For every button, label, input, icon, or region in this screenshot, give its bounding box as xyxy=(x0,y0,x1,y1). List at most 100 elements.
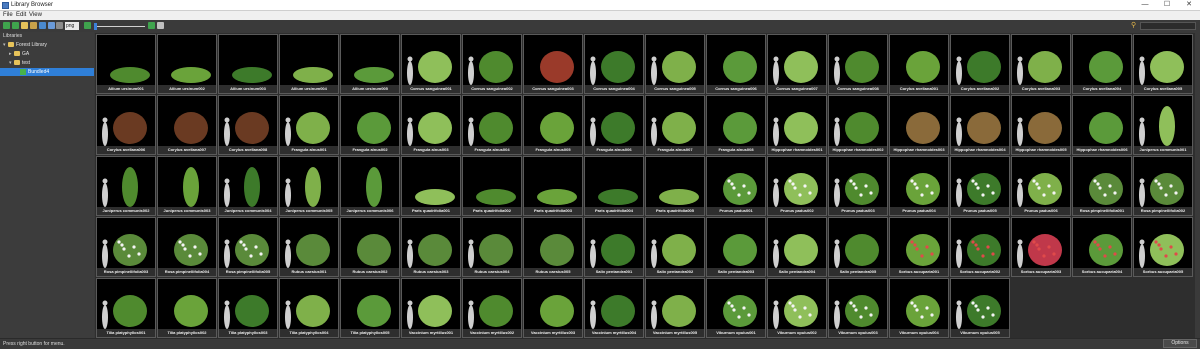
asset-thumbnail[interactable]: Viburnum opulus005 xyxy=(950,278,1010,338)
asset-thumbnail[interactable]: Rosa pimpinellifolia003 xyxy=(96,217,156,277)
asset-thumbnail[interactable]: Prunus padus006 xyxy=(1011,156,1071,216)
asset-thumbnail[interactable]: Vaccinium myrtillus005 xyxy=(645,278,705,338)
format-select[interactable]: png xyxy=(65,22,79,30)
sort-icon[interactable] xyxy=(48,22,55,29)
asset-thumbnail[interactable]: Rubus caesius004 xyxy=(462,217,522,277)
asset-thumbnail[interactable]: Corylus avellana003 xyxy=(1011,34,1071,94)
asset-thumbnail[interactable]: Cornus sanguinea004 xyxy=(584,34,644,94)
asset-thumbnail[interactable]: Prunus padus004 xyxy=(889,156,949,216)
asset-thumbnail[interactable]: Juniperus communis005 xyxy=(279,156,339,216)
asset-thumbnail[interactable]: Paris quadrifolia005 xyxy=(645,156,705,216)
asset-thumbnail[interactable]: Corylus avellana002 xyxy=(950,34,1010,94)
menu-file[interactable]: File xyxy=(3,12,13,18)
asset-thumbnail[interactable]: Viburnum opulus002 xyxy=(767,278,827,338)
close-button[interactable]: ✕ xyxy=(1178,0,1200,10)
asset-thumbnail[interactable]: Salix pentandra005 xyxy=(828,217,888,277)
asset-thumbnail[interactable]: Rosa pimpinellifolia001 xyxy=(1072,156,1132,216)
tree-item[interactable]: ▾ test xyxy=(9,59,30,67)
asset-thumbnail[interactable]: Juniperus communis001 xyxy=(1133,95,1193,155)
asset-thumbnail[interactable]: Paris quadrifolia002 xyxy=(462,156,522,216)
asset-thumbnail[interactable]: Juniperus communis003 xyxy=(157,156,217,216)
asset-thumbnail[interactable]: Allium ursinum003 xyxy=(218,34,278,94)
asset-thumbnail[interactable]: Frangula alnus008 xyxy=(706,95,766,155)
asset-thumbnail[interactable]: Cornus sanguinea003 xyxy=(523,34,583,94)
thumbnail-size-slider[interactable] xyxy=(95,26,145,27)
asset-thumbnail[interactable]: Rubus caesius005 xyxy=(523,217,583,277)
asset-thumbnail[interactable]: Corylus avellana006 xyxy=(96,95,156,155)
asset-thumbnail[interactable]: Hippophae rhamnoides005 xyxy=(1011,95,1071,155)
asset-thumbnail[interactable]: Rubus caesius002 xyxy=(340,217,400,277)
asset-thumbnail[interactable]: Hippophae rhamnoides006 xyxy=(1072,95,1132,155)
asset-thumbnail[interactable]: Prunus padus003 xyxy=(828,156,888,216)
zoom-out-icon[interactable] xyxy=(84,22,91,29)
asset-thumbnail[interactable]: Corylus avellana007 xyxy=(157,95,217,155)
asset-thumbnail[interactable]: Frangula alnus002 xyxy=(340,95,400,155)
asset-thumbnail[interactable]: Tilia platyphyllos005 xyxy=(340,278,400,338)
asset-thumbnail[interactable]: Frangula alnus004 xyxy=(462,95,522,155)
asset-thumbnail[interactable]: Juniperus communis002 xyxy=(96,156,156,216)
menu-view[interactable]: View xyxy=(29,12,42,18)
refresh-icon[interactable] xyxy=(39,22,46,29)
asset-thumbnail[interactable]: Frangula alnus007 xyxy=(645,95,705,155)
asset-thumbnail[interactable]: Prunus padus002 xyxy=(767,156,827,216)
asset-thumbnail[interactable]: Cornus sanguinea006 xyxy=(706,34,766,94)
asset-thumbnail[interactable]: Cornus sanguinea002 xyxy=(462,34,522,94)
asset-thumbnail[interactable]: Cornus sanguinea008 xyxy=(828,34,888,94)
asset-thumbnail[interactable]: Cornus sanguinea007 xyxy=(767,34,827,94)
asset-thumbnail[interactable]: Vaccinium myrtillus002 xyxy=(462,278,522,338)
asset-thumbnail[interactable]: Tilia platyphyllos002 xyxy=(157,278,217,338)
asset-thumbnail[interactable]: Allium ursinum005 xyxy=(340,34,400,94)
asset-thumbnail[interactable]: Sorbus aucuparia003 xyxy=(1011,217,1071,277)
asset-thumbnail[interactable]: Paris quadrifolia004 xyxy=(584,156,644,216)
asset-thumbnail[interactable]: Cornus sanguinea005 xyxy=(645,34,705,94)
asset-thumbnail[interactable]: Frangula alnus001 xyxy=(279,95,339,155)
forward-icon[interactable] xyxy=(12,22,19,29)
tree-item[interactable]: ▾ Forest Library xyxy=(3,41,47,49)
options-button[interactable]: Options xyxy=(1163,339,1197,348)
asset-thumbnail[interactable]: Frangula alnus005 xyxy=(523,95,583,155)
maximize-button[interactable]: ☐ xyxy=(1156,0,1178,10)
asset-thumbnail[interactable]: Salix pentandra003 xyxy=(706,217,766,277)
asset-thumbnail[interactable]: Sorbus aucuparia002 xyxy=(950,217,1010,277)
asset-thumbnail[interactable]: Hippophae rhamnoides004 xyxy=(950,95,1010,155)
asset-thumbnail[interactable]: Rosa pimpinellifolia005 xyxy=(218,217,278,277)
asset-thumbnail[interactable]: Corylus avellana004 xyxy=(1072,34,1132,94)
asset-thumbnail[interactable]: Salix pentandra004 xyxy=(767,217,827,277)
slider-handle[interactable] xyxy=(94,23,97,30)
search-input[interactable] xyxy=(1140,22,1196,30)
zoom-in-icon[interactable] xyxy=(148,22,155,29)
asset-thumbnail[interactable]: Viburnum opulus003 xyxy=(828,278,888,338)
settings-icon[interactable] xyxy=(56,22,63,29)
delete-icon[interactable] xyxy=(157,22,164,29)
asset-thumbnail[interactable]: Vaccinium myrtillus003 xyxy=(523,278,583,338)
save-icon[interactable] xyxy=(30,22,37,29)
asset-thumbnail[interactable]: Corylus avellana001 xyxy=(889,34,949,94)
asset-thumbnail[interactable]: Prunus padus001 xyxy=(706,156,766,216)
asset-thumbnail[interactable]: Frangula alnus003 xyxy=(401,95,461,155)
asset-thumbnail[interactable]: Vaccinium myrtillus001 xyxy=(401,278,461,338)
asset-thumbnail[interactable]: Rosa pimpinellifolia002 xyxy=(1133,156,1193,216)
asset-thumbnail[interactable]: Prunus padus005 xyxy=(950,156,1010,216)
asset-thumbnail[interactable]: Allium ursinum001 xyxy=(96,34,156,94)
asset-thumbnail[interactable]: Sorbus aucuparia004 xyxy=(1072,217,1132,277)
asset-thumbnail[interactable]: Salix pentandra001 xyxy=(584,217,644,277)
menu-edit[interactable]: Edit xyxy=(16,12,26,18)
tree-item[interactable]: ▸ GA xyxy=(9,50,29,58)
asset-thumbnail[interactable]: Viburnum opulus001 xyxy=(706,278,766,338)
asset-thumbnail[interactable]: Allium ursinum004 xyxy=(279,34,339,94)
asset-thumbnail[interactable]: Salix pentandra002 xyxy=(645,217,705,277)
asset-thumbnail[interactable]: Rubus caesius003 xyxy=(401,217,461,277)
asset-thumbnail[interactable]: Corylus avellana008 xyxy=(218,95,278,155)
asset-thumbnail[interactable]: Tilia platyphyllos003 xyxy=(218,278,278,338)
asset-thumbnail[interactable]: Paris quadrifolia001 xyxy=(401,156,461,216)
back-icon[interactable] xyxy=(3,22,10,29)
asset-thumbnail[interactable]: Rosa pimpinellifolia004 xyxy=(157,217,217,277)
asset-thumbnail[interactable]: Tilia platyphyllos001 xyxy=(96,278,156,338)
asset-thumbnail[interactable]: Paris quadrifolia003 xyxy=(523,156,583,216)
asset-thumbnail[interactable]: Hippophae rhamnoides002 xyxy=(828,95,888,155)
minimize-button[interactable]: — xyxy=(1134,0,1156,10)
asset-thumbnail[interactable]: Sorbus aucuparia005 xyxy=(1133,217,1193,277)
asset-thumbnail[interactable]: Vaccinium myrtillus004 xyxy=(584,278,644,338)
asset-thumbnail[interactable]: Viburnum opulus004 xyxy=(889,278,949,338)
asset-thumbnail[interactable]: Tilia platyphyllos004 xyxy=(279,278,339,338)
